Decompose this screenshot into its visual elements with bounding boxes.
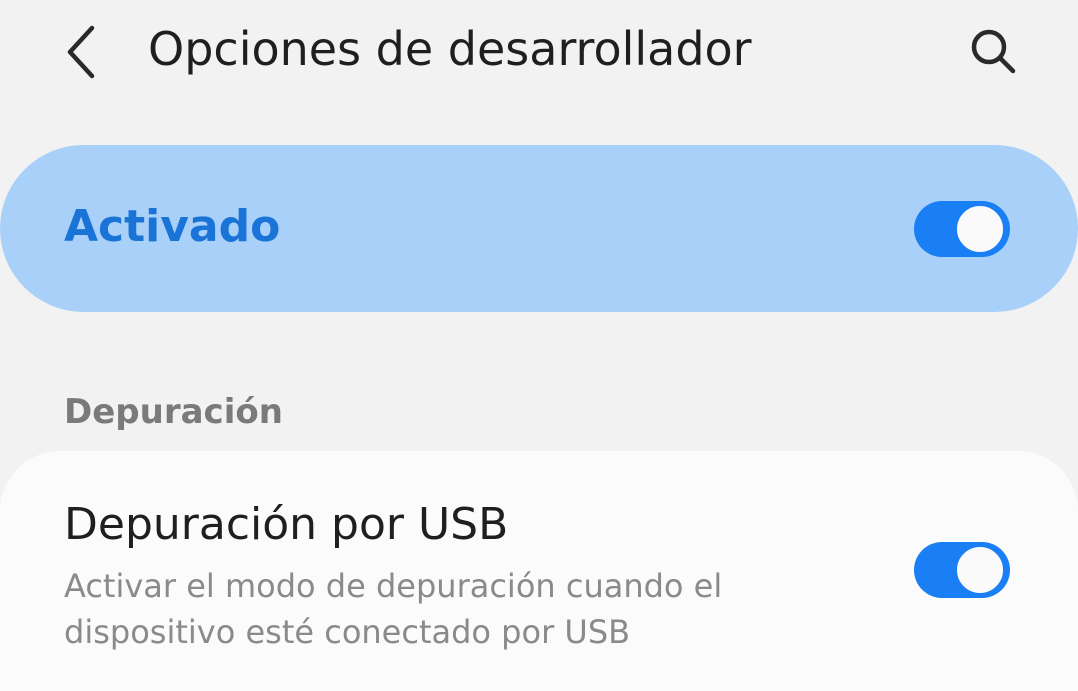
page-title: Opciones de desarrollador — [148, 22, 752, 76]
settings-list-card: Depuración por USB Activar el modo de de… — [0, 451, 1078, 691]
usb-debugging-toggle[interactable] — [914, 542, 1010, 598]
list-item-description: Activar el modo de depuración cuando el … — [64, 567, 723, 651]
section-header-debugging: Depuración — [64, 392, 283, 432]
chevron-left-icon — [67, 25, 95, 79]
back-button[interactable] — [50, 16, 114, 88]
master-switch-label: Activado — [64, 201, 281, 252]
app-bar: Opciones de desarrollador — [0, 0, 1078, 110]
developer-options-screen: Opciones de desarrollador Activado Depur… — [0, 0, 1078, 691]
search-icon — [971, 29, 1016, 74]
master-toggle[interactable] — [914, 201, 1010, 257]
search-button[interactable] — [960, 18, 1030, 88]
toggle-thumb — [954, 544, 1006, 596]
master-switch-card[interactable]: Activado — [0, 145, 1078, 312]
toggle-thumb — [954, 203, 1006, 255]
list-item-title: Depuración por USB — [64, 499, 509, 550]
